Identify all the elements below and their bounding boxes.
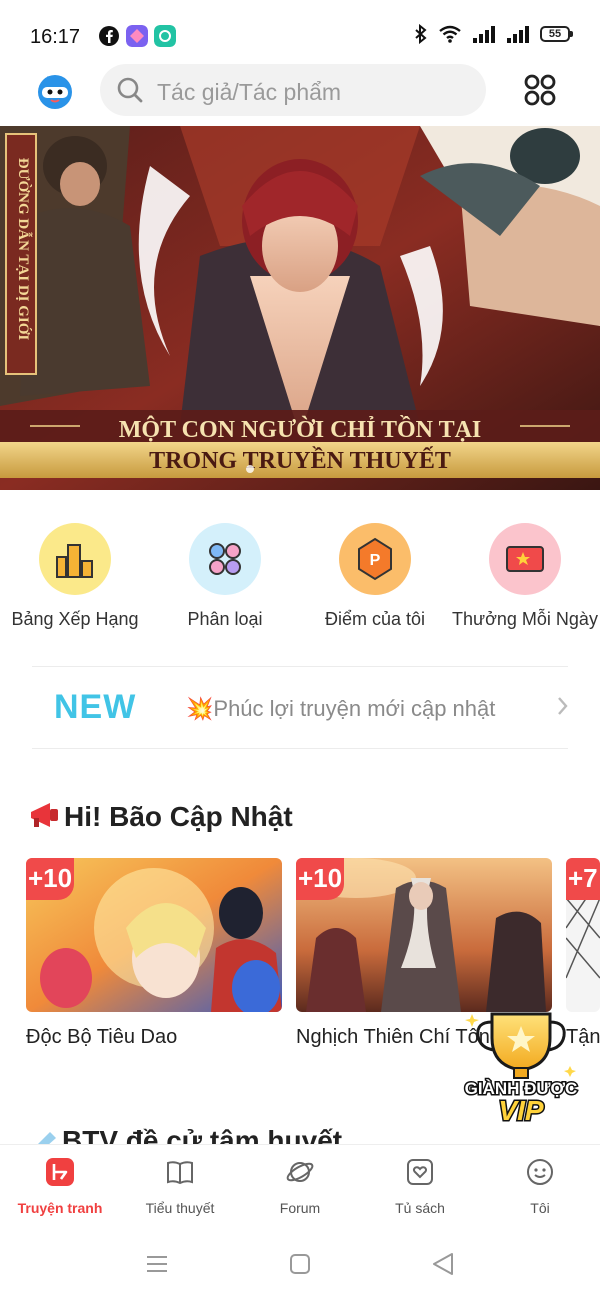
signal-icon (507, 26, 529, 43)
wifi-icon (439, 25, 461, 43)
grid-menu-icon[interactable] (524, 74, 556, 106)
news-row[interactable]: NEW 💥Phúc lợi truyện mới cập nhật (0, 668, 600, 748)
home-icon[interactable] (290, 1254, 310, 1274)
svg-text:P: P (370, 552, 381, 569)
chevron-right-icon (558, 697, 568, 715)
comic-title: Độc Bộ Tiêu Dao (26, 1026, 178, 1048)
nav-novels[interactable]: Tiểu thuyết (120, 1157, 240, 1216)
book-icon (167, 1161, 193, 1185)
bottom-navigation: Truyện tranh Tiểu thuyết Forum Tủ sách T… (0, 1144, 600, 1230)
section2-title: BTV đề cử tâm huyết (28, 1124, 428, 1146)
comic-thumbnail: +10 (26, 858, 282, 1012)
status-time: 16:17 (30, 26, 81, 48)
category-icon (189, 523, 261, 595)
status-icons: 55 (414, 24, 573, 44)
back-icon[interactable] (432, 1252, 454, 1276)
comic-thumbnail: +10 (296, 858, 552, 1012)
mascot-avatar[interactable] (36, 72, 74, 110)
quick-daily-reward-label: Thưởng Mỗi Ngày (452, 609, 598, 629)
ranking-icon (39, 523, 111, 595)
quick-category-label: Phân loại (187, 609, 263, 629)
quick-ranking-label: Bảng Xếp Hạng (11, 609, 139, 629)
comic-card[interactable]: +10 Độc Bộ Tiêu Dao (26, 858, 282, 1049)
nav-bookshelf[interactable]: Tủ sách (360, 1157, 480, 1216)
megaphone-icon (31, 803, 58, 827)
banner-indicator-dot (246, 465, 254, 473)
promo-banner[interactable]: ĐƯỜNG DẪN TẠI DỊ GIỚI MỘT CON NGƯỜI CHỈ … (0, 126, 600, 490)
nav-me[interactable]: Tôi (480, 1157, 600, 1216)
comic-icon (46, 1158, 74, 1186)
signal-icon (473, 26, 495, 43)
smiley-icon (527, 1159, 553, 1185)
battery-icon: 55 (540, 26, 573, 42)
bookshelf-icon (407, 1159, 433, 1185)
bluetooth-icon (415, 24, 427, 44)
news-text: 💥Phúc lợi truyện mới cập nhật (186, 696, 496, 721)
quick-points[interactable]: P Điểm của tôi (300, 520, 450, 630)
new-badge: NEW (54, 688, 137, 726)
system-navigation-bar (0, 1232, 600, 1300)
search-icon (117, 77, 143, 103)
nav-label: Tiểu thuyết (145, 1200, 215, 1216)
top-bar: Tác giả/Tác phẩm (0, 60, 600, 124)
quick-ranking[interactable]: Bảng Xếp Hạng (0, 520, 150, 630)
section-title-text: Hi! Bão Cập Nhật (64, 801, 293, 832)
divider (32, 666, 568, 667)
nav-comics[interactable]: Truyện tranh (0, 1157, 120, 1216)
quick-menu: Bảng Xếp Hạng Phân loại P Điểm của tôi T… (0, 520, 600, 640)
facebook-icon (99, 26, 119, 46)
chat-app-icon (154, 25, 176, 47)
update-badge: +10 (26, 858, 74, 900)
planet-icon (286, 1162, 314, 1182)
banner-line2: TRONG TRUYỀN THUYẾT (149, 447, 451, 474)
nav-forum[interactable]: Forum (240, 1157, 360, 1216)
nav-label: Truyện tranh (17, 1200, 103, 1216)
vip-floating-badge[interactable]: GIÀNH ĐƯỢC VIP (462, 1008, 580, 1128)
section2-title-text: BTV đề cử tâm huyết (62, 1125, 343, 1146)
app-icon (126, 25, 148, 47)
search-placeholder: Tác giả/Tác phẩm (157, 79, 342, 105)
daily-reward-icon (489, 523, 561, 595)
points-icon: P (339, 523, 411, 595)
banner-line1: MỘT CON NGƯỜI CHỈ TỒN TẠI (119, 416, 482, 443)
quick-points-label: Điểm của tôi (324, 609, 426, 629)
banner-side-text: ĐƯỜNG DẪN TẠI DỊ GIỚI (15, 158, 33, 341)
trophy-icon: GIÀNH ĐƯỢC VIP (463, 1012, 579, 1128)
comic-thumbnail: +7 (566, 858, 600, 1012)
menu-icon[interactable] (146, 1254, 168, 1274)
vip-line2: VIP (498, 1095, 543, 1126)
quick-daily-reward[interactable]: Thưởng Mỗi Ngày (450, 520, 600, 630)
broom-icon (36, 1132, 56, 1146)
section-title: Hi! Bão Cập Nhật (28, 800, 293, 833)
nav-label: Tôi (530, 1200, 550, 1216)
nav-label: Tủ sách (395, 1200, 445, 1216)
update-badge: +10 (296, 858, 344, 900)
update-badge: +7 (566, 858, 600, 900)
quick-category[interactable]: Phân loại (150, 520, 300, 630)
search-bar[interactable]: Tác giả/Tác phẩm (100, 64, 486, 116)
divider (32, 748, 568, 749)
nav-label: Forum (279, 1200, 321, 1216)
banner-artwork: ĐƯỜNG DẪN TẠI DỊ GIỚI MỘT CON NGƯỜI CHỈ … (0, 126, 600, 490)
